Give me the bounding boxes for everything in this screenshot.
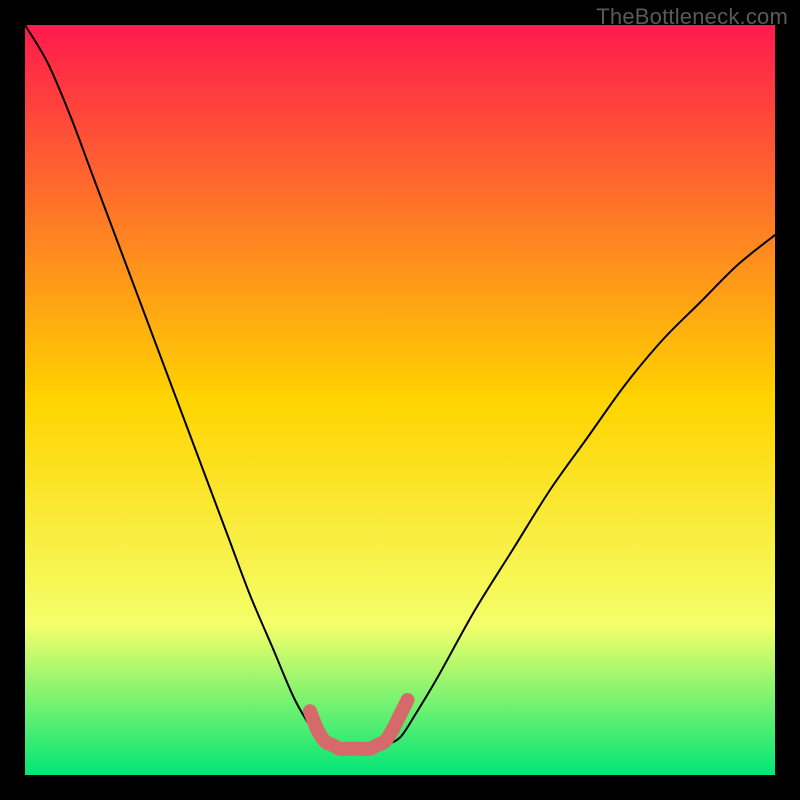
gradient-background bbox=[25, 25, 775, 775]
watermark-text: TheBottleneck.com bbox=[596, 4, 788, 30]
chart-svg bbox=[25, 25, 775, 775]
plot-area bbox=[25, 25, 775, 775]
chart-stage: TheBottleneck.com bbox=[0, 0, 800, 800]
